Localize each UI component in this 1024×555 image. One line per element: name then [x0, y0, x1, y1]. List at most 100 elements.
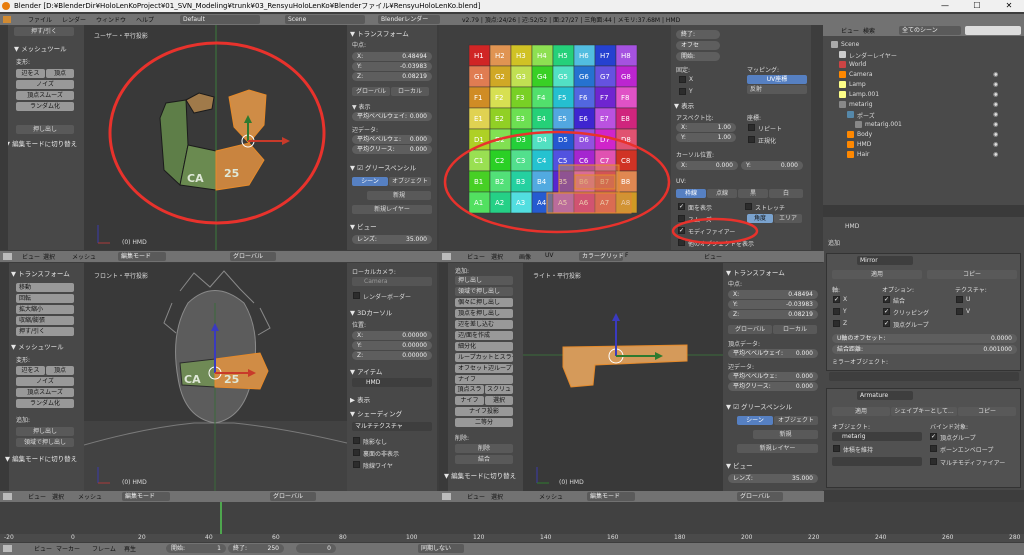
tex-v-checkbox[interactable]: [956, 308, 963, 315]
mirror-object-field[interactable]: [829, 372, 1019, 381]
mirror-name-field[interactable]: Mirror: [857, 256, 913, 265]
bone-envelope-checkbox[interactable]: [930, 445, 937, 452]
delete-dropdown[interactable]: 削除: [455, 444, 513, 453]
angle-button[interactable]: 角度: [747, 214, 773, 223]
br-lens-field[interactable]: レンズ: 35.000: [728, 474, 818, 483]
br-tool-button[interactable]: オフセット辺ループ: [455, 364, 513, 373]
screw-button[interactable]: スクリュ: [485, 385, 513, 394]
timeline[interactable]: -20 0 20 40 60 80 100 120 140 160 180 200 220 240 260 2…: [0, 502, 1024, 542]
image-start-field[interactable]: 開始:: [676, 52, 720, 61]
visibility-eye-icon[interactable]: ◉: [993, 71, 998, 78]
uv-black-tab[interactable]: 黒: [738, 189, 768, 198]
tl-menu-frame[interactable]: フレーム: [92, 544, 116, 553]
outliner-item[interactable]: metarig.001: [865, 121, 902, 128]
viewport-front-ortho[interactable]: フロント・平行投影 CA 25 (0) HMD: [84, 263, 347, 491]
br-gp-new-button[interactable]: 新規: [753, 430, 818, 439]
bl-vertex-smooth-button[interactable]: 頂点スムーズ: [16, 388, 74, 397]
mode-dropdown[interactable]: 編集モード: [118, 252, 166, 261]
axis-y-checkbox[interactable]: [833, 308, 840, 315]
br-tool-button[interactable]: 辺を差し込む: [455, 320, 513, 329]
outliner-item[interactable]: metarig: [849, 101, 873, 108]
local-button[interactable]: ローカル: [391, 87, 429, 96]
outliner-item[interactable]: ポーズ: [857, 111, 875, 120]
gp-new-layer-button[interactable]: 新規レイヤー: [352, 205, 432, 214]
uv-menu-uv[interactable]: UV: [545, 252, 554, 259]
reflect-button[interactable]: 反射: [747, 85, 807, 94]
menu-file[interactable]: ファイル: [28, 15, 52, 24]
menu-render[interactable]: レンダー: [62, 15, 86, 24]
armature-vgroup-field[interactable]: [832, 457, 922, 466]
bl-orientation-dropdown[interactable]: グローバル: [270, 492, 316, 501]
uv-image-editor[interactable]: H1 H2 H3 H4 H5 H6 H7 H8 G1 G2 G3 G4 G5 G6 G7 G8 F1 F2 F3 F4…: [439, 25, 671, 250]
repeat-checkbox[interactable]: [748, 124, 755, 131]
menu-window[interactable]: ウィンドウ: [96, 15, 126, 24]
fixed-y-checkbox[interactable]: [679, 88, 686, 95]
br-transform-header[interactable]: ▼ トランスフォーム: [726, 267, 785, 277]
armature-apply-button[interactable]: 適用: [832, 407, 890, 416]
shading-header[interactable]: ▼ シェーディング: [350, 408, 402, 418]
cursor-y-field[interactable]: Y: 0.000: [741, 161, 803, 170]
edge-bevel-weight-field[interactable]: 平均ベベルウェ: 0.000: [352, 135, 432, 144]
br-tool-button[interactable]: ナイフ: [455, 375, 513, 384]
aspect-x-field[interactable]: X: 1.00: [676, 123, 736, 132]
bl-vertex-slide-button[interactable]: 頂点: [46, 366, 74, 375]
bl-toggle-editmode-header[interactable]: ▼ 編集モードに切り替え: [5, 453, 77, 463]
orientation-dropdown[interactable]: グローバル: [230, 252, 276, 261]
br-median-x-field[interactable]: X: 0.48494: [728, 290, 818, 299]
scale-button[interactable]: 拡大縮小: [16, 305, 74, 314]
gp-new-button[interactable]: 新規: [367, 191, 431, 200]
br-vertex-bevel-field[interactable]: 平均ベベルウェイ: 0.000: [728, 349, 818, 358]
menu-select[interactable]: 選択: [43, 252, 55, 261]
bl-mesh-tools-header[interactable]: ▼ メッシュツール: [11, 341, 64, 351]
br-tool-button[interactable]: 個々に押し出し: [455, 298, 513, 307]
tool-tabs[interactable]: [0, 25, 8, 250]
shading-mode-dropdown[interactable]: マルチテクスチャ: [352, 422, 432, 431]
info-editor-icon[interactable]: [3, 16, 11, 23]
uv-menu-select[interactable]: 選択: [491, 252, 503, 261]
armature-copy-button[interactable]: コピー: [958, 407, 1016, 416]
grease-pencil-header[interactable]: ▼ ☑ グリースペンシル: [350, 162, 416, 172]
item-header[interactable]: ▼ アイテム: [350, 366, 382, 376]
frame-start-field[interactable]: 開始: 1: [166, 544, 226, 553]
outliner-item[interactable]: HMD: [857, 141, 871, 148]
visibility-eye-icon[interactable]: ◉: [993, 121, 998, 128]
bl-edge-slide-button[interactable]: 辺をス: [16, 366, 45, 375]
visibility-eye-icon[interactable]: ◉: [993, 151, 998, 158]
axis-x-checkbox[interactable]: ✓: [833, 296, 840, 303]
close-button[interactable]: ✕: [994, 0, 1024, 12]
add-modifier-dropdown[interactable]: 追加: [828, 238, 840, 247]
bl-noise-button[interactable]: ノイズ: [16, 377, 74, 386]
item-name-field[interactable]: HMD: [352, 378, 432, 387]
uv-coord-button[interactable]: UV座標: [747, 75, 807, 84]
vertex-slide-button[interactable]: 頂点: [46, 69, 74, 78]
median-z-field[interactable]: Z: 0.08219: [352, 72, 432, 81]
br-orientation-dropdown[interactable]: グローバル: [737, 492, 783, 501]
mean-bevel-weight-field[interactable]: 平均ベベルウェイ: 0.000: [352, 112, 432, 121]
vertex-smooth-button[interactable]: 頂点スムーズ: [16, 91, 74, 100]
visibility-eye-icon[interactable]: ◉: [993, 141, 998, 148]
br-menu-view[interactable]: ビュー: [467, 492, 485, 501]
normalize-checkbox[interactable]: [748, 136, 755, 143]
display-section-header[interactable]: ▶ 表示: [350, 394, 370, 404]
bl-menu-mesh[interactable]: メッシュ: [78, 492, 102, 501]
sync-dropdown[interactable]: 同期しない: [418, 544, 464, 553]
outliner-item[interactable]: World: [849, 61, 866, 68]
merge-checkbox[interactable]: ✓: [883, 296, 890, 303]
br-median-z-field[interactable]: Z: 0.08219: [728, 310, 818, 319]
dissolve-dropdown[interactable]: 結合: [455, 455, 513, 464]
visibility-eye-icon[interactable]: ◉: [993, 131, 998, 138]
fixed-x-checkbox[interactable]: [679, 76, 686, 83]
mirror-copy-button[interactable]: コピー: [927, 270, 1017, 279]
3d-cursor-header[interactable]: ▼ 3Dカーソル: [350, 307, 392, 317]
toggle-editmode-header[interactable]: ▼ 編集モードに切り替え: [5, 138, 77, 148]
armature-name-field[interactable]: Armature: [857, 391, 913, 400]
tl-menu-view[interactable]: ビュー: [34, 544, 52, 553]
view-header[interactable]: ▼ ビュー: [350, 221, 377, 231]
render-engine-dropdown[interactable]: Blenderレンダー: [378, 15, 440, 24]
br-menu-select[interactable]: 選択: [491, 492, 503, 501]
bl-editor-type-icon[interactable]: [3, 493, 12, 500]
br-edge-bevel-field[interactable]: 平均ベベルウェ: 0.000: [728, 372, 818, 381]
frame-end-field[interactable]: 終了: 250: [228, 544, 284, 553]
br-view-header[interactable]: ▼ ビュー: [726, 460, 753, 470]
extrude-dropdown[interactable]: 押し出し: [16, 125, 74, 134]
